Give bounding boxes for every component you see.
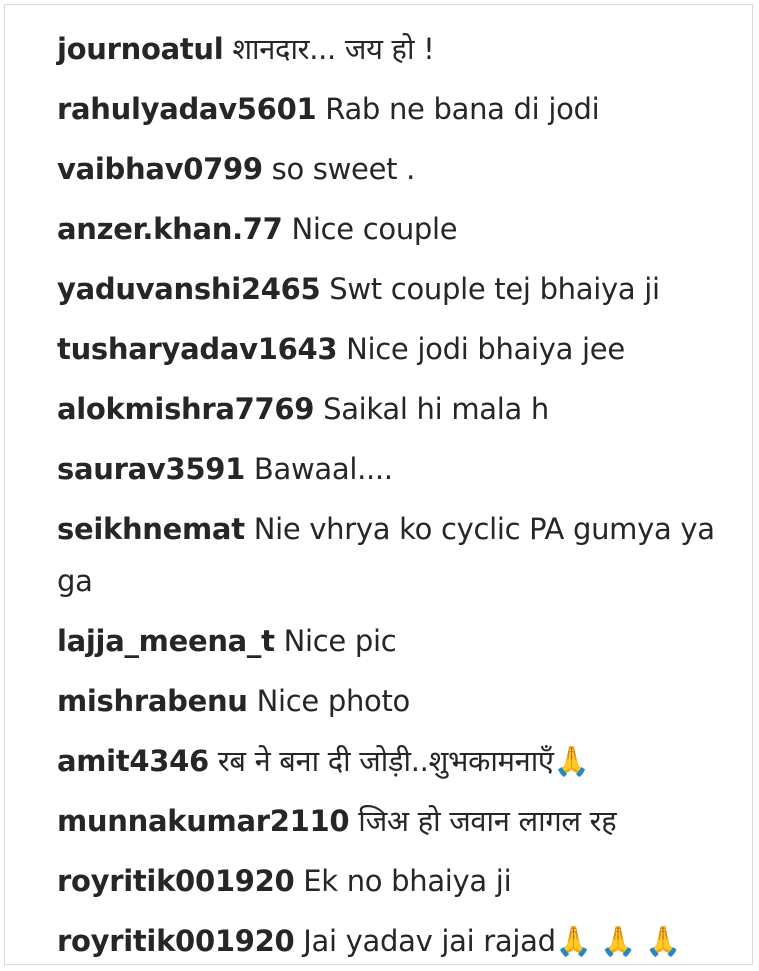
comment-text: Rab ne bana di jodi	[325, 92, 600, 126]
comment-username[interactable]: tusharyadav1643	[57, 332, 338, 366]
comment-item: lajja_meena_t Nice pic	[57, 611, 737, 671]
comment-username[interactable]: mishrabenu	[57, 684, 248, 718]
comment-item: rahulyadav5601 Rab ne bana di jodi	[57, 79, 737, 139]
comment-text: जिअ हो जवान लागल रह	[358, 804, 617, 838]
comment-username[interactable]: royritik001920	[57, 864, 295, 898]
comment-text: Jai yadav jai rajad🙏 🙏 🙏	[303, 924, 681, 958]
comment-username[interactable]: royritik001920	[57, 924, 295, 958]
comment-username[interactable]: lajja_meena_t	[57, 624, 275, 658]
comment-item: royritik001920 Jai yadav jai rajad🙏 🙏 🙏	[57, 911, 737, 971]
comment-text: Ek no bhaiya ji	[303, 864, 512, 898]
comment-username[interactable]: anzer.khan.77	[57, 212, 283, 246]
comment-username[interactable]: vaibhav0799	[57, 152, 263, 186]
comment-item: tusharyadav1643 Nice jodi bhaiya jee	[57, 319, 737, 379]
comments-panel: journoatul शानदार... जय हो ! rahulyadav5…	[4, 4, 753, 965]
comment-item: amit4346 रब ने बना दी जोड़ी..शुभकामनाएँ🙏	[57, 731, 737, 791]
comment-username[interactable]: alokmishra7769	[57, 392, 314, 426]
comment-text: Saikal hi mala h	[323, 392, 549, 426]
comment-text: रब ने बना दी जोड़ी..शुभकामनाएँ🙏	[217, 744, 590, 778]
comment-item: saurav3591 Bawaal....	[57, 439, 737, 499]
comment-text: Nice photo	[256, 684, 411, 718]
comment-username[interactable]: seikhnemat	[57, 512, 245, 546]
comment-username[interactable]: amit4346	[57, 744, 209, 778]
comment-item: anzer.khan.77 Nice couple	[57, 199, 737, 259]
comment-item: mishrabenu Nice photo	[57, 671, 737, 731]
comment-list: journoatul शानदार... जय हो ! rahulyadav5…	[57, 19, 737, 971]
comment-item: munnakumar2110 जिअ हो जवान लागल रह	[57, 791, 737, 851]
comment-text: Swt couple tej bhaiya ji	[329, 272, 660, 306]
comment-item: royritik001920 Ek no bhaiya ji	[57, 851, 737, 911]
comment-text: शानदार... जय हो !	[232, 32, 435, 66]
comment-text: Nice jodi bhaiya jee	[346, 332, 625, 366]
comment-item: journoatul शानदार... जय हो !	[57, 19, 737, 79]
comment-text: Bawaal....	[253, 452, 393, 486]
comment-username[interactable]: rahulyadav5601	[57, 92, 317, 126]
comment-username[interactable]: munnakumar2110	[57, 804, 350, 838]
comment-text: so sweet .	[271, 152, 416, 186]
comment-item: alokmishra7769 Saikal hi mala h	[57, 379, 737, 439]
comment-username[interactable]: yaduvanshi2465	[57, 272, 321, 306]
comment-item: vaibhav0799 so sweet .	[57, 139, 737, 199]
comment-item: yaduvanshi2465 Swt couple tej bhaiya ji	[57, 259, 737, 319]
comment-text: Nice couple	[291, 212, 458, 246]
comment-username[interactable]: journoatul	[57, 32, 224, 66]
comment-text: Nice pic	[283, 624, 397, 658]
comment-username[interactable]: saurav3591	[57, 452, 245, 486]
comment-item: seikhnemat Nie vhrya ko cyclic PA gumya …	[57, 499, 737, 611]
